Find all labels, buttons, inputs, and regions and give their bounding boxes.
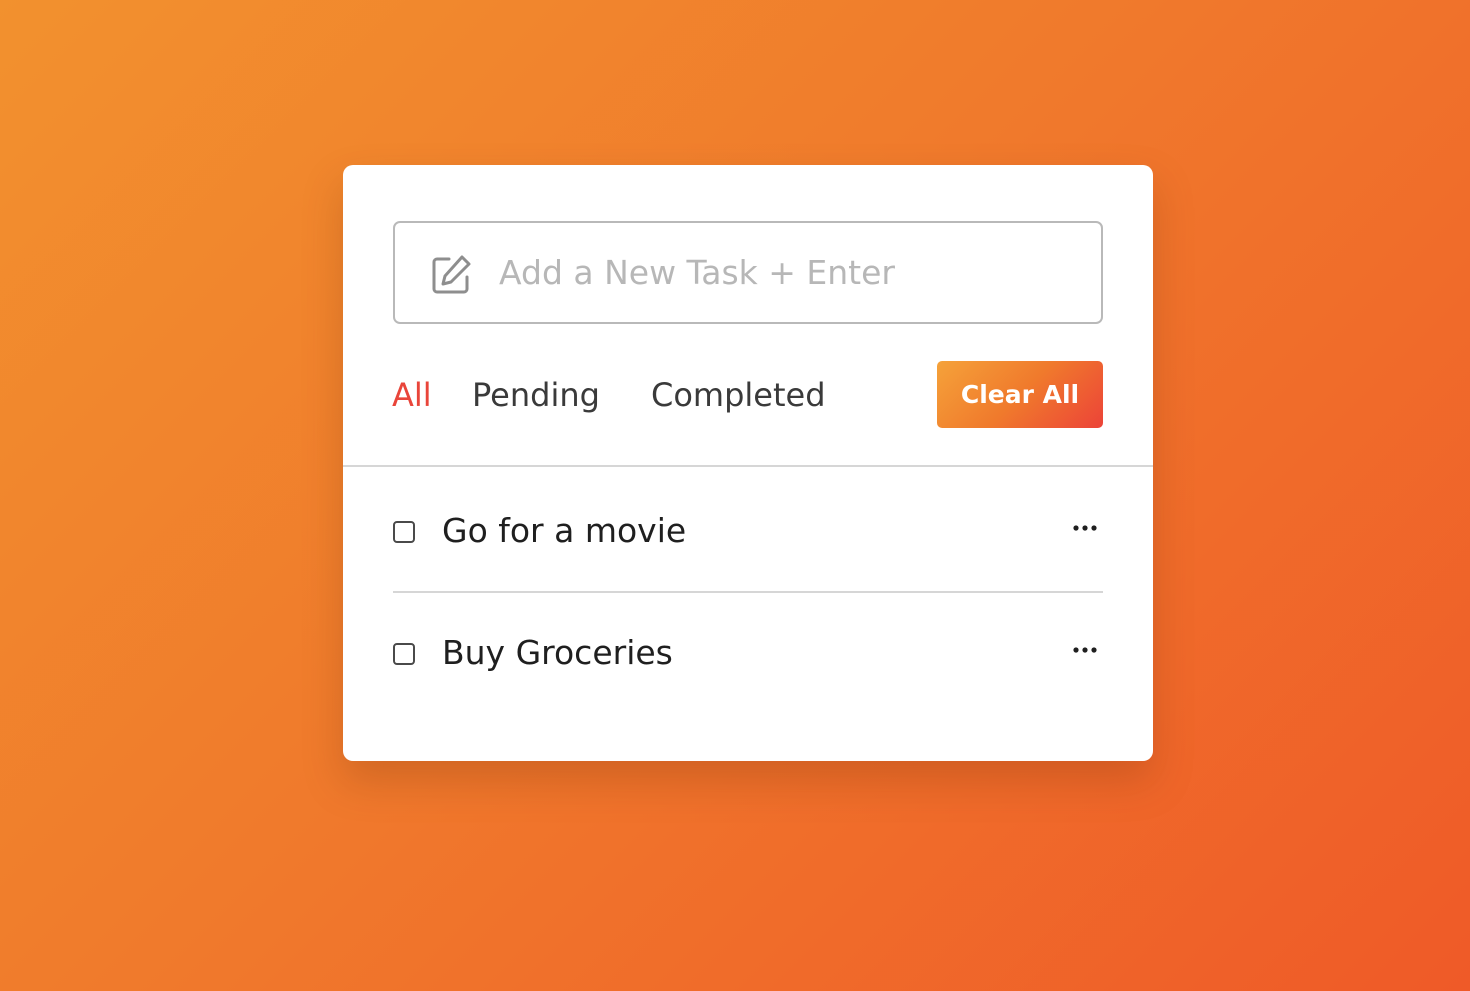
task-label: Buy Groceries [442, 633, 673, 672]
more-horizontal-icon[interactable] [1071, 518, 1101, 538]
task-input-container [393, 221, 1103, 324]
task-input[interactable] [499, 223, 1089, 322]
filter-completed[interactable]: Completed [651, 373, 826, 417]
task-checkbox[interactable] [393, 643, 415, 665]
task-label: Go for a movie [442, 511, 687, 550]
task-checkbox[interactable] [393, 521, 415, 543]
task-item: Go for a movie [393, 493, 1103, 573]
clear-all-button[interactable]: Clear All [937, 361, 1103, 428]
filter-all[interactable]: All [392, 373, 432, 417]
todo-card: All Pending Completed Clear All Go for a… [343, 165, 1153, 761]
edit-icon [432, 255, 471, 294]
divider [343, 465, 1153, 467]
filter-pending[interactable]: Pending [472, 373, 600, 417]
task-separator [393, 591, 1103, 593]
task-item: Buy Groceries [393, 615, 1103, 695]
more-horizontal-icon[interactable] [1071, 640, 1101, 660]
